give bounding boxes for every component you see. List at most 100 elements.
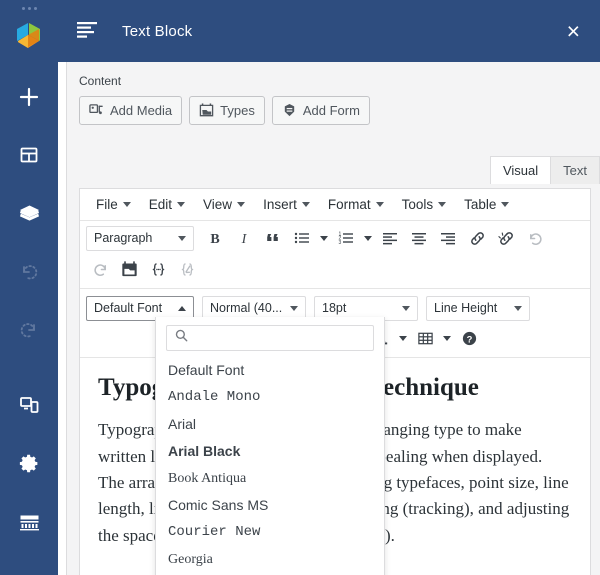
close-icon[interactable]: ×	[567, 19, 580, 43]
font-search-input[interactable]	[195, 331, 365, 345]
font-option[interactable]: Book Antiqua	[156, 465, 384, 492]
sidebar-item-layout[interactable]	[0, 126, 58, 184]
menu-table[interactable]: Table	[456, 194, 517, 215]
sidebar-item-undo[interactable]	[0, 242, 58, 300]
chevron-down-icon	[443, 335, 451, 341]
align-left-button[interactable]	[376, 225, 404, 251]
menu-file[interactable]: File	[88, 194, 139, 215]
font-option[interactable]: Arial	[156, 411, 384, 438]
toolbar-row-2	[80, 255, 590, 289]
insert-template-button[interactable]	[115, 257, 143, 283]
add-form-button[interactable]: Add Form	[271, 96, 370, 125]
unlink-button[interactable]	[492, 225, 520, 251]
window-dots	[21, 7, 37, 10]
help-button[interactable]: ?	[455, 325, 483, 351]
font-option[interactable]: Arial Black	[156, 438, 384, 465]
editor-mode-tabs: Visual Text	[489, 156, 600, 184]
font-option[interactable]: Georgia	[156, 546, 384, 573]
chevron-down-icon	[122, 202, 131, 207]
media-button-row: Add Media Types Add Form	[67, 96, 600, 125]
chevron-down-icon	[438, 202, 447, 207]
code-edit-button[interactable]	[173, 257, 201, 283]
font-family-dropdown: Default Font Andale Mono Arial Arial Bla…	[155, 317, 385, 575]
menu-format-label: Format	[327, 197, 371, 212]
font-option[interactable]: Comic Sans MS	[156, 492, 384, 519]
bullet-list-dropdown[interactable]	[317, 225, 331, 251]
chevron-down-icon	[364, 235, 372, 241]
chevron-down-icon	[402, 305, 410, 311]
add-media-button[interactable]: Add Media	[79, 96, 183, 125]
tab-visual[interactable]: Visual	[489, 156, 552, 184]
form-icon	[282, 103, 297, 118]
content-panel: Content Add Media Types Add Form Visual …	[66, 62, 600, 575]
menu-insert-label: Insert	[263, 197, 297, 212]
font-option[interactable]: Andale Mono	[156, 384, 384, 411]
app-logo[interactable]	[7, 20, 51, 54]
line-height-select[interactable]: Line Height	[426, 295, 530, 321]
chevron-down-icon	[237, 202, 246, 207]
font-option[interactable]: Courier New	[156, 519, 384, 546]
modal-header: Text Block ×	[58, 0, 600, 62]
table-dropdown[interactable]	[440, 325, 454, 351]
toolbar-row-1: Paragraph B I 1 2 3	[80, 221, 590, 255]
text-color-dropdown[interactable]	[396, 325, 410, 351]
link-button[interactable]	[463, 225, 491, 251]
chevron-down-icon	[514, 305, 522, 311]
chevron-down-icon	[177, 202, 186, 207]
left-sidebar	[0, 0, 58, 575]
types-label: Types	[220, 103, 255, 118]
blockquote-button[interactable]	[259, 225, 287, 251]
svg-text:3: 3	[339, 240, 342, 246]
menu-insert[interactable]: Insert	[255, 194, 318, 215]
menu-file-label: File	[96, 197, 118, 212]
menu-view-label: View	[203, 197, 233, 212]
types-button[interactable]: Types	[189, 96, 265, 125]
menu-tools[interactable]: Tools	[394, 194, 455, 215]
search-icon	[175, 329, 188, 347]
block-format-value: Paragraph	[94, 231, 153, 245]
bullet-list-button[interactable]	[288, 225, 316, 251]
block-format-select[interactable]: Paragraph	[86, 225, 194, 251]
table-button[interactable]	[411, 325, 439, 351]
font-option[interactable]: Default Font	[156, 357, 384, 384]
menu-table-label: Table	[464, 197, 497, 212]
svg-text:?: ?	[466, 334, 472, 345]
chevron-down-icon	[290, 305, 298, 311]
numbered-list-button[interactable]: 1 2 3	[332, 225, 360, 251]
page-title: Text Block	[122, 22, 193, 40]
sidebar-item-add[interactable]	[0, 68, 58, 126]
font-search-box[interactable]	[166, 325, 374, 351]
font-size-value: 18pt	[322, 301, 347, 315]
svg-text:I: I	[241, 232, 248, 246]
line-height-value: Line Height	[434, 301, 498, 315]
font-search-wrapper	[156, 317, 384, 357]
add-form-label: Add Form	[302, 103, 360, 118]
chevron-down-icon	[399, 335, 407, 341]
undo-button[interactable]	[521, 225, 549, 251]
sidebar-item-store[interactable]	[0, 492, 58, 550]
font-weight-value: Normal (40...	[210, 301, 283, 315]
align-center-button[interactable]	[405, 225, 433, 251]
chevron-down-icon	[320, 235, 328, 241]
bold-button[interactable]: B	[201, 225, 229, 251]
sidebar-item-layers[interactable]	[0, 184, 58, 242]
media-icon	[89, 103, 104, 118]
menu-format[interactable]: Format	[320, 194, 392, 215]
sidebar-item-settings[interactable]	[0, 434, 58, 492]
text-block-icon	[76, 21, 100, 41]
menu-edit[interactable]: Edit	[141, 194, 193, 215]
tab-text[interactable]: Text	[551, 156, 600, 184]
align-right-button[interactable]	[434, 225, 462, 251]
chevron-down-icon	[301, 202, 310, 207]
redo-button[interactable]	[86, 257, 114, 283]
svg-text:B: B	[210, 232, 219, 246]
add-media-label: Add Media	[110, 103, 173, 118]
menu-tools-label: Tools	[401, 197, 434, 212]
menu-view[interactable]: View	[195, 194, 253, 215]
italic-button[interactable]: I	[230, 225, 258, 251]
sidebar-item-responsive[interactable]	[0, 376, 58, 434]
numbered-list-dropdown[interactable]	[361, 225, 375, 251]
sidebar-item-redo[interactable]	[0, 300, 58, 358]
chevron-down-icon	[375, 202, 384, 207]
shortcode-button[interactable]	[144, 257, 172, 283]
